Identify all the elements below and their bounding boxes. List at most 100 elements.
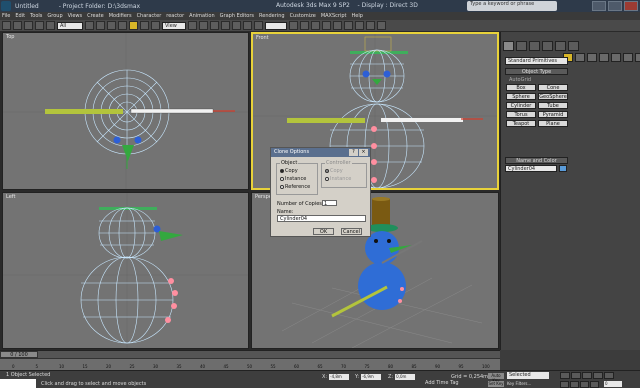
current-frame-field[interactable]: 0 (604, 381, 622, 387)
zoom-icon[interactable] (580, 381, 589, 388)
menu-item[interactable]: Animation (189, 13, 215, 19)
object-type-button[interactable]: Cylinder (506, 102, 536, 109)
key-mode-toggle-icon[interactable] (560, 381, 569, 388)
menu-item[interactable]: Create (87, 13, 104, 19)
time-config-icon[interactable] (570, 381, 579, 388)
menu-item[interactable]: Modifiers (109, 13, 132, 19)
minimize-icon[interactable] (592, 1, 606, 11)
maximize-icon[interactable] (608, 1, 622, 11)
object-type-button[interactable]: Teapot (506, 120, 536, 127)
time-slider[interactable]: 0 / 100 (0, 350, 500, 358)
goto-start-icon[interactable] (560, 372, 570, 379)
cancel-button[interactable]: Cancel (341, 228, 362, 235)
autogrid-checkbox[interactable]: AutoGrid (509, 77, 531, 83)
ref-coord-dropdown[interactable]: View (162, 21, 186, 30)
object-type-rollout[interactable]: Object Type (505, 68, 568, 75)
object-type-button[interactable]: Sphere (506, 93, 536, 100)
maxscript-listener-field[interactable] (0, 379, 36, 388)
select-move-icon[interactable] (129, 21, 138, 30)
track-bar[interactable]: 0 5 10 15 20 25 30 35 40 45 50 55 60 65 70 75 80 85 90 95 10… (0, 358, 500, 370)
coord-z-field[interactable]: 0,0m (395, 374, 416, 380)
help-icon[interactable]: ? (349, 149, 358, 156)
quick-render-icon[interactable] (377, 21, 386, 30)
align-icon[interactable] (300, 21, 309, 30)
clone-name-field[interactable]: Cylinder04 (277, 215, 366, 222)
display-tab-icon[interactable] (555, 41, 566, 51)
menu-item[interactable]: Character (137, 13, 162, 19)
named-selection-dropdown[interactable] (265, 21, 287, 30)
next-frame-icon[interactable] (593, 372, 603, 379)
primitive-type-dropdown[interactable]: Standard Primitives (505, 57, 568, 65)
object-type-button[interactable]: Plane (538, 120, 568, 127)
rect-region-icon[interactable] (107, 21, 116, 30)
help-search-input[interactable]: Type a keyword or phrase (467, 1, 557, 11)
select-rotate-icon[interactable] (140, 21, 149, 30)
prev-frame-icon[interactable] (571, 372, 581, 379)
name-color-rollout[interactable]: Name and Color (505, 157, 568, 164)
radio-copy[interactable]: Copy (280, 168, 298, 174)
menu-item[interactable]: Customize (290, 13, 316, 19)
menu-item[interactable]: Tools (30, 13, 42, 19)
select-manipulate-icon[interactable] (199, 21, 208, 30)
render-frame-icon[interactable] (366, 21, 375, 30)
utilities-tab-icon[interactable] (568, 41, 579, 51)
dialog-title-bar[interactable]: Clone Options ? × (271, 148, 370, 157)
shapes-icon[interactable] (575, 53, 585, 62)
key-mode-dropdown[interactable]: Selected (507, 372, 549, 379)
link-icon[interactable] (24, 21, 33, 30)
coord-y-field[interactable]: -6,9m (361, 374, 382, 380)
hierarchy-tab-icon[interactable] (529, 41, 540, 51)
select-by-name-icon[interactable] (96, 21, 105, 30)
object-type-button[interactable]: Tube (538, 102, 568, 109)
key-filters-button[interactable]: Key Filters... (507, 381, 531, 386)
viewport-left[interactable]: Left (2, 192, 249, 349)
radio-instance[interactable]: Instance (280, 176, 306, 182)
spinner-snap-icon[interactable] (243, 21, 252, 30)
selection-filter-dropdown[interactable]: All (57, 21, 83, 30)
menu-item[interactable]: Graph Editors (220, 13, 254, 19)
schematic-view-icon[interactable] (333, 21, 342, 30)
menu-item[interactable]: Group (47, 13, 62, 19)
object-name-field[interactable]: Cylinder04 (505, 165, 557, 172)
menu-item[interactable]: Rendering (259, 13, 285, 19)
edit-named-sets-icon[interactable] (254, 21, 263, 30)
menu-item[interactable]: Help (351, 13, 362, 19)
object-type-button[interactable]: Pyramid (538, 111, 568, 118)
radio-reference[interactable]: Reference (280, 184, 310, 190)
mirror-icon[interactable] (289, 21, 298, 30)
create-tab-icon[interactable] (503, 41, 514, 51)
select-scale-icon[interactable] (151, 21, 160, 30)
copies-spinner[interactable]: 1 (322, 200, 337, 207)
select-object-icon[interactable] (85, 21, 94, 30)
close-icon[interactable] (624, 1, 638, 11)
viewport-label-left[interactable]: Left (6, 194, 15, 200)
menu-item[interactable]: Views (68, 13, 82, 19)
render-setup-icon[interactable] (355, 21, 364, 30)
auto-key-button[interactable]: Auto Key (488, 373, 504, 383)
viewport-label-top[interactable]: Top (6, 34, 14, 40)
app-logo-icon[interactable] (1, 1, 11, 11)
bind-space-warp-icon[interactable] (46, 21, 55, 30)
systems-icon[interactable] (635, 53, 640, 62)
window-crossing-icon[interactable] (118, 21, 127, 30)
viewport-top[interactable]: Top (2, 32, 249, 190)
viewport-label-front[interactable]: Front (256, 35, 269, 41)
goto-end-icon[interactable] (604, 372, 614, 379)
lights-icon[interactable] (587, 53, 597, 62)
modify-tab-icon[interactable] (516, 41, 527, 51)
snap-toggle-icon[interactable] (210, 21, 219, 30)
material-editor-icon[interactable] (344, 21, 353, 30)
menu-item[interactable]: Edit (15, 13, 25, 19)
add-time-tag-button[interactable]: Add Time Tag (425, 380, 459, 386)
layer-manager-icon[interactable] (311, 21, 320, 30)
object-type-button[interactable]: Box (506, 84, 536, 91)
ok-button[interactable]: OK (313, 228, 334, 235)
object-type-button[interactable]: Cone (538, 84, 568, 91)
angle-snap-icon[interactable] (221, 21, 230, 30)
cameras-icon[interactable] (599, 53, 609, 62)
dialog-close-icon[interactable]: × (359, 149, 368, 156)
time-slider-thumb[interactable]: 0 / 100 (0, 351, 38, 358)
pivot-center-icon[interactable] (188, 21, 197, 30)
coord-x-field[interactable]: -4,8m (329, 374, 350, 380)
menu-item[interactable]: MAXScript (321, 13, 347, 19)
